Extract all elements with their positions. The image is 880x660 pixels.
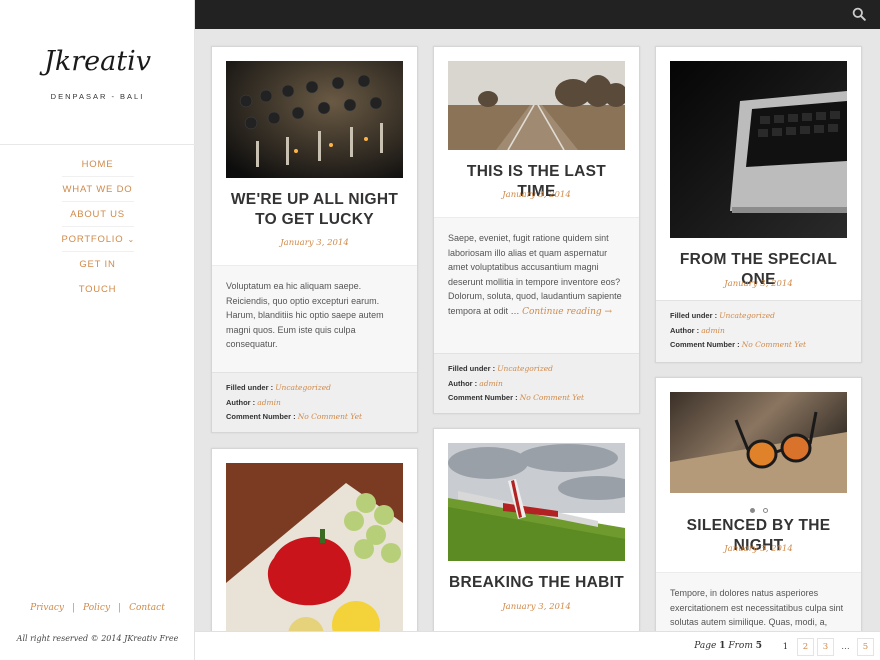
page-link-last[interactable]: 5 bbox=[857, 638, 874, 656]
nav-item-label: PORTFOLIO bbox=[61, 234, 124, 245]
post-meta: Filled under : Uncategorized Author : ad… bbox=[212, 372, 417, 432]
footer-separator: | bbox=[71, 603, 76, 613]
nav-item-get-in-touch[interactable]: GET IN TOUCH bbox=[62, 252, 134, 295]
top-bar bbox=[195, 0, 880, 29]
meta-label: Filled under : bbox=[226, 383, 274, 392]
category-link[interactable]: Uncategorized bbox=[275, 383, 331, 392]
category-link[interactable]: Uncategorized bbox=[719, 311, 775, 320]
post-title[interactable]: BREAKING THE HABIT bbox=[434, 573, 639, 593]
post-excerpt: Saepe, eveniet, fugit ratione quidem sin… bbox=[434, 217, 639, 353]
post-meta: Filled under : Uncategorized Author : ad… bbox=[656, 300, 861, 362]
airplane-field-image[interactable] bbox=[448, 443, 625, 561]
category-link[interactable]: Uncategorized bbox=[497, 364, 553, 373]
post-excerpt: Voluptatum ea hic aliquam saepe. Reicien… bbox=[212, 265, 417, 372]
page-ellipsis: … bbox=[841, 642, 850, 652]
meta-label: Comment Number : bbox=[226, 412, 296, 421]
sidebar: Jkreativ DENPASAR - BALI HOME WHAT WE DO… bbox=[0, 0, 195, 660]
comments-link[interactable]: No Comment Yet bbox=[298, 412, 362, 421]
nav-item-what-we-do[interactable]: WHAT WE DO bbox=[61, 177, 134, 202]
meta-label: Filled under : bbox=[448, 364, 496, 373]
slider-dot[interactable] bbox=[749, 508, 755, 513]
page-link[interactable]: 3 bbox=[817, 638, 834, 656]
post-card: FROM THE SPECIAL ONE January 3, 2014 Fil… bbox=[655, 46, 862, 363]
author-link[interactable]: admin bbox=[257, 398, 281, 407]
nav-item-home[interactable]: HOME bbox=[61, 152, 134, 177]
meta-label: Author : bbox=[670, 325, 700, 335]
pager: 1 2 3 … 5 bbox=[774, 638, 874, 656]
page-link[interactable]: 2 bbox=[797, 638, 814, 656]
post-date: January 3, 2014 bbox=[724, 279, 793, 289]
comments-link[interactable]: No Comment Yet bbox=[520, 393, 584, 402]
post-date: January 3, 2014 bbox=[280, 238, 349, 248]
post-date: January 3, 2014 bbox=[502, 190, 571, 200]
sidebar-divider bbox=[0, 144, 195, 145]
post-card: THIS IS THE LAST TIME January 3, 2014 Sa… bbox=[433, 46, 640, 414]
nav-item-portfolio[interactable]: PORTFOLIO ⌄ bbox=[61, 227, 135, 252]
post-card: BREAKING THE HABIT January 3, 2014 bbox=[433, 428, 640, 638]
page-from-label: From bbox=[728, 641, 753, 651]
search-icon[interactable] bbox=[852, 7, 866, 21]
sunglasses-image[interactable] bbox=[670, 392, 847, 493]
continue-reading-link[interactable]: Continue reading → bbox=[522, 307, 612, 317]
post-excerpt: Tempore, in dolores natus asperiores exe… bbox=[656, 572, 861, 637]
laptop-keyboard-image[interactable] bbox=[670, 61, 847, 238]
post-card: WE'RE UP ALL NIGHT TO GET LUCKY January … bbox=[211, 46, 418, 433]
meta-label: Author : bbox=[448, 378, 478, 388]
meta-label: Comment Number : bbox=[670, 340, 740, 349]
copyright-text: All right reserved © 2014 JKreativ Free bbox=[16, 634, 179, 643]
page-info: Page 1 From 5 bbox=[694, 641, 762, 651]
audio-mixer-image[interactable] bbox=[226, 61, 403, 178]
site-logo[interactable]: Jkreativ bbox=[0, 46, 195, 77]
post-meta: Filled under : Uncategorized Author : ad… bbox=[434, 353, 639, 413]
page-label: Page bbox=[694, 641, 717, 651]
vegetables-image[interactable] bbox=[226, 463, 403, 637]
meta-label: Author : bbox=[226, 397, 256, 407]
author-link[interactable]: admin bbox=[479, 379, 503, 388]
pagination-bar: Page 1 From 5 1 2 3 … 5 bbox=[195, 631, 880, 660]
total-pages-number: 5 bbox=[755, 641, 762, 651]
page-link-current: 1 bbox=[782, 642, 789, 652]
meta-label: Filled under : bbox=[670, 311, 718, 320]
excerpt-text: Saepe, eveniet, fugit ratione quidem sin… bbox=[448, 233, 622, 316]
post-date: January 3, 2014 bbox=[502, 602, 571, 612]
footer-separator: | bbox=[118, 603, 122, 613]
railway-tracks-image[interactable] bbox=[448, 61, 625, 150]
post-title[interactable]: WE'RE UP ALL NIGHT TO GET LUCKY bbox=[212, 190, 417, 230]
nav-item-about-us[interactable]: ABOUT US bbox=[61, 202, 134, 227]
footer-link-privacy[interactable]: Privacy bbox=[30, 603, 64, 613]
post-card: SILENCED BY THE NIGHT January 3, 2014 Te… bbox=[655, 377, 862, 638]
post-card bbox=[211, 448, 418, 638]
slider-dot[interactable] bbox=[762, 508, 768, 513]
author-link[interactable]: admin bbox=[701, 326, 725, 335]
chevron-down-icon: ⌄ bbox=[127, 235, 135, 244]
site-tagline: DENPASAR - BALI bbox=[50, 92, 145, 101]
main-nav: HOME WHAT WE DO ABOUT US PORTFOLIO ⌄ GET … bbox=[0, 152, 195, 297]
footer-links: Privacy | Policy | Contact bbox=[0, 603, 195, 613]
meta-label: Comment Number : bbox=[448, 393, 518, 402]
current-page-number: 1 bbox=[719, 641, 726, 651]
footer-link-contact[interactable]: Contact bbox=[129, 603, 165, 613]
post-date: January 3, 2014 bbox=[724, 544, 793, 554]
comments-link[interactable]: No Comment Yet bbox=[742, 340, 806, 349]
footer-link-policy[interactable]: Policy bbox=[83, 603, 110, 613]
